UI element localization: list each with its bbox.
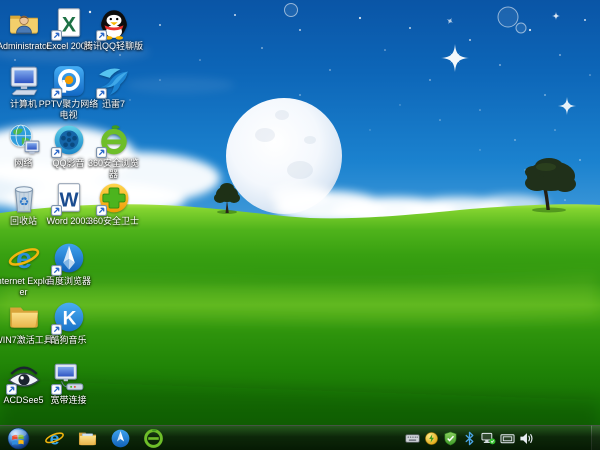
broadband-icon <box>52 360 86 394</box>
start-button[interactable] <box>7 427 30 450</box>
shortcut-arrow-icon <box>51 324 62 335</box>
desktop-icon-label: 百度浏览器 <box>39 276 99 287</box>
desktop-icon-internet-explorer[interactable]: e Internet Explorer <box>1 241 46 298</box>
shortcut-arrow-icon <box>96 30 107 41</box>
taskbar: e <box>0 425 600 450</box>
taskbar-360browser-button[interactable] <box>137 426 170 450</box>
computer-icon <box>7 64 41 98</box>
security-shield-icon[interactable] <box>443 431 458 446</box>
folder-icon <box>7 300 41 334</box>
thunder-bird-icon <box>97 64 131 98</box>
input-keyboard-icon[interactable] <box>405 431 420 446</box>
shortcut-arrow-icon <box>6 384 17 395</box>
shortcut-arrow-icon <box>51 205 62 216</box>
desktop-icon-label: 腾讯QQ轻聊版 <box>84 41 144 52</box>
desktop-icon-label: 酷狗音乐 <box>39 335 99 346</box>
shortcut-arrow-icon <box>96 147 107 158</box>
display-icon[interactable] <box>500 431 515 446</box>
desktop-icon-qq[interactable]: 腾讯QQ轻聊版 <box>91 6 136 52</box>
taskbar-baidu-button[interactable] <box>104 426 137 450</box>
taskbar-explorer-button[interactable] <box>71 426 104 450</box>
desktop-icon-label: 360安全浏览器 <box>84 158 144 180</box>
shortcut-arrow-icon <box>96 88 107 99</box>
kugou-icon: K <box>52 300 86 334</box>
svg-text:♻: ♻ <box>18 195 28 208</box>
shortcut-arrow-icon <box>51 30 62 41</box>
pptv-icon <box>52 64 86 98</box>
desktop-icon-label: 迅雷7 <box>84 99 144 110</box>
word-icon: W <box>52 181 86 215</box>
user-folder-icon <box>7 6 41 40</box>
desktop-icon-broadband[interactable]: 宽带连接 <box>46 360 91 406</box>
svg-text:W: W <box>59 190 79 212</box>
system-tray <box>405 431 534 446</box>
desktop: Administrator X Excel 2003 <box>0 0 600 450</box>
desktop-icon-label: 360安全卫士 <box>84 216 144 227</box>
shortcut-arrow-icon <box>51 265 62 276</box>
network-status-icon[interactable] <box>481 431 496 446</box>
360-security-ball-icon[interactable] <box>424 431 439 446</box>
safe-360-icon <box>97 181 131 215</box>
film-reel-icon <box>52 123 86 157</box>
shortcut-arrow-icon <box>96 205 107 216</box>
svg-text:X: X <box>61 13 75 37</box>
excel-icon: X <box>52 6 86 40</box>
bluetooth-icon[interactable] <box>462 431 477 446</box>
volume-icon[interactable] <box>519 431 534 446</box>
desktop-icon-360-browser[interactable]: 360安全浏览器 <box>91 123 136 180</box>
eye-icon <box>7 360 41 394</box>
network-globe-icon <box>7 123 41 157</box>
shortcut-arrow-icon <box>51 147 62 158</box>
qq-penguin-icon <box>97 6 131 40</box>
desktop-icon-label: 宽带连接 <box>39 395 99 406</box>
taskbar-ie-button[interactable]: e <box>38 426 71 450</box>
desktop-icon-grid: Administrator X Excel 2003 <box>0 0 600 425</box>
shortcut-arrow-icon <box>51 384 62 395</box>
desktop-icon-baidu-browser[interactable]: 百度浏览器 <box>46 241 91 287</box>
browser-360-icon <box>97 123 131 157</box>
desktop-icon-pptv[interactable]: PPTV聚力网络电视 <box>46 64 91 121</box>
desktop-icon-xunlei[interactable]: 迅雷7 <box>91 64 136 110</box>
svg-text:e: e <box>50 428 60 448</box>
recycle-bin-icon: ♻ <box>7 181 41 215</box>
desktop-icon-360-safe[interactable]: 360安全卫士 <box>91 181 136 227</box>
baidu-compass-icon <box>52 241 86 275</box>
svg-text:K: K <box>62 308 76 329</box>
shortcut-arrow-icon <box>51 88 62 99</box>
desktop-icon-kugou[interactable]: K 酷狗音乐 <box>46 300 91 346</box>
ie-icon: e <box>7 241 41 275</box>
